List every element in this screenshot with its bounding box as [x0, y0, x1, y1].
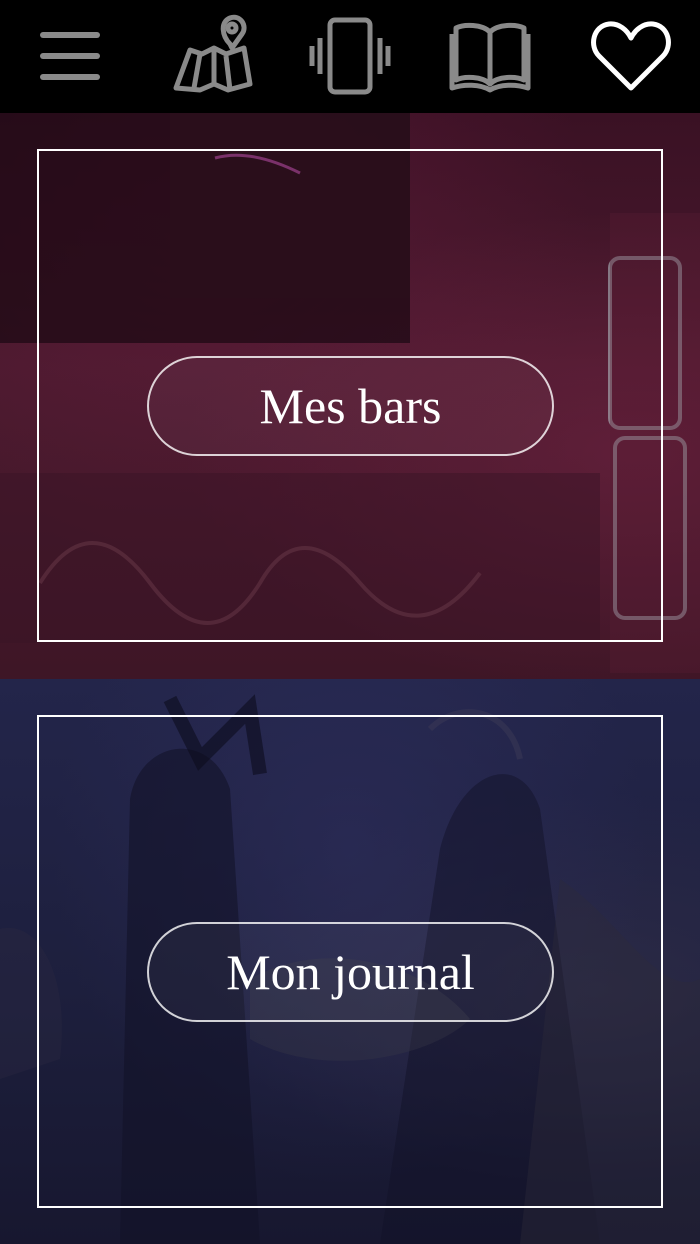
favorites-button[interactable]	[589, 14, 673, 98]
book-icon	[449, 22, 531, 93]
journal-section: Mon journal	[0, 679, 700, 1244]
mon-journal-button[interactable]: Mon journal	[147, 922, 554, 1022]
phone-vibrate-icon	[309, 17, 391, 95]
menu-icon	[40, 32, 100, 80]
menu-button[interactable]	[28, 14, 112, 98]
top-navigation-bar	[0, 0, 700, 113]
vibrate-button[interactable]	[308, 14, 392, 98]
mes-bars-button[interactable]: Mes bars	[147, 356, 554, 456]
journal-nav-button[interactable]	[448, 14, 532, 98]
map-pin-icon	[173, 14, 253, 93]
heart-icon	[591, 21, 671, 91]
bars-section: Mes bars	[0, 113, 700, 679]
map-button[interactable]	[170, 14, 254, 98]
